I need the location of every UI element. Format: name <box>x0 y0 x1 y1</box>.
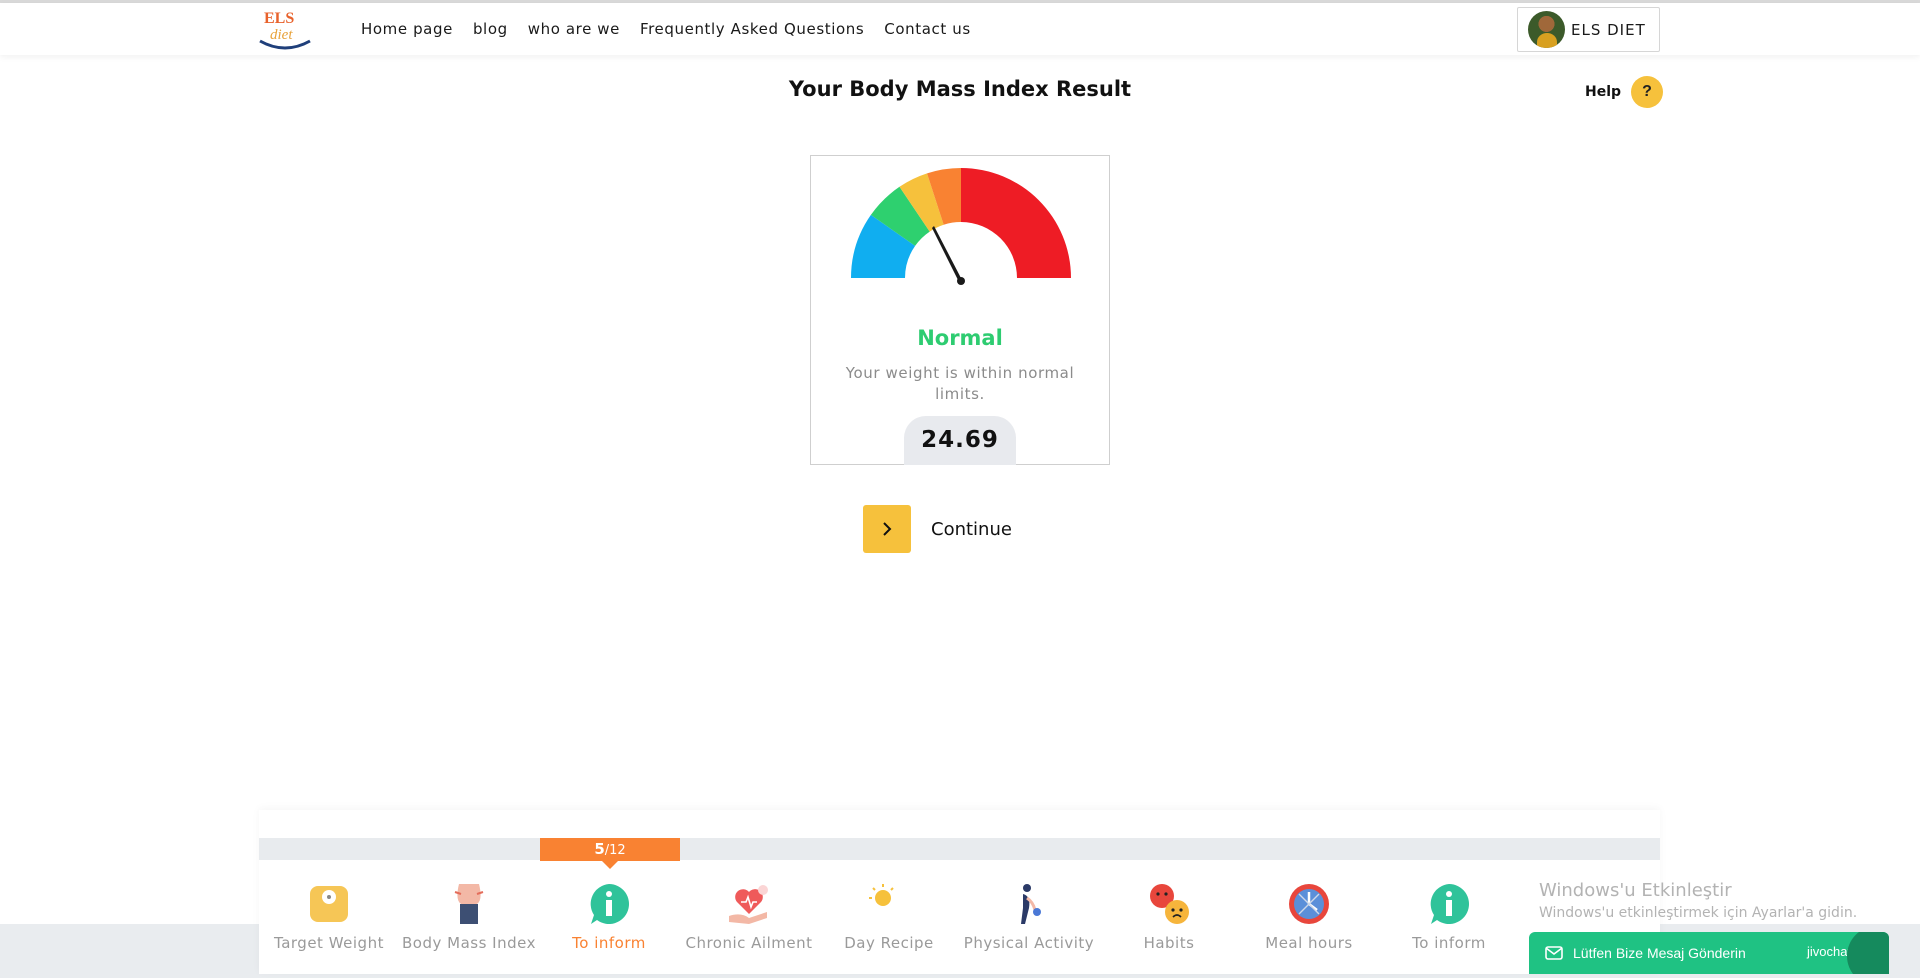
bmi-gauge <box>851 168 1071 285</box>
step-day-recipe[interactable]: Day Recipe <box>819 882 959 952</box>
envelope-icon <box>1545 946 1563 960</box>
watermark-subtitle: Windows'u etkinleştirmek için Ayarlar'a … <box>1539 905 1858 921</box>
help-label: Help <box>1585 84 1622 100</box>
step-label: Target Weight <box>274 934 384 952</box>
site-header: ELS diet Home page blog who are we Frequ… <box>0 3 1920 55</box>
step-label: Meal hours <box>1265 934 1353 952</box>
chat-brand: jivochat <box>1807 944 1852 959</box>
steps-panel: 5/12 Target Weight Body Mass Index To in… <box>259 810 1660 974</box>
info-icon <box>587 882 631 926</box>
step-label: Habits <box>1143 934 1195 952</box>
bmi-description: Your weight is within normal limits. <box>845 364 1075 403</box>
step-to-inform-2[interactable]: To inform <box>1379 882 1519 952</box>
step-label: Day Recipe <box>844 934 934 952</box>
scale-icon <box>307 882 351 926</box>
progress-track <box>259 838 1660 860</box>
question-icon: ? <box>1631 76 1664 108</box>
sun-moon-icon <box>867 882 911 926</box>
continue-label: Continue <box>931 518 1012 540</box>
nav-home[interactable]: Home page <box>361 20 453 38</box>
step-label: Body Mass Index <box>402 934 536 952</box>
info-icon <box>1427 882 1471 926</box>
avatar <box>1528 11 1565 48</box>
nav-faq[interactable]: Frequently Asked Questions <box>640 20 864 38</box>
watermark-title: Windows'u Etkinleştir <box>1539 880 1732 901</box>
help-button[interactable]: Help ? <box>1585 76 1664 108</box>
nav-blog[interactable]: blog <box>473 20 508 38</box>
emoji-faces-icon <box>1147 882 1191 926</box>
progress-badge: 5/12 <box>540 838 680 869</box>
step-target-weight[interactable]: Target Weight <box>259 882 399 952</box>
gauge-needle-icon <box>932 226 965 285</box>
step-label: To inform <box>572 934 646 952</box>
step-label: To inform <box>1412 934 1486 952</box>
step-label: Chronic Ailment <box>685 934 813 952</box>
continue-button[interactable]: Continue <box>863 505 1012 553</box>
windows-activation-watermark: Windows'u Etkinleştir Windows'u etkinleş… <box>1539 880 1857 921</box>
user-name: ELS DIET <box>1571 20 1646 39</box>
progress-current: 5 <box>594 840 605 858</box>
step-label: Physical Activity <box>963 934 1095 952</box>
bmi-value: 24.69 <box>904 416 1016 465</box>
svg-text:diet: diet <box>270 27 293 43</box>
user-menu-button[interactable]: ELS DIET <box>1517 7 1660 52</box>
chat-decoration <box>1847 932 1889 974</box>
step-chronic-ailment[interactable]: Chronic Ailment <box>679 882 819 952</box>
chat-label: Lütfen Bize Mesaj Gönderin <box>1573 945 1746 961</box>
clock-icon <box>1287 882 1331 926</box>
nav-about[interactable]: who are we <box>528 20 620 38</box>
bmi-status: Normal <box>917 326 1003 350</box>
chevron-right-icon <box>863 505 911 553</box>
main-nav: Home page blog who are we Frequently Ask… <box>361 3 991 55</box>
step-body-mass-index[interactable]: Body Mass Index <box>399 882 539 952</box>
step-physical-activity[interactable]: Physical Activity <box>959 882 1099 952</box>
step-meal-hours[interactable]: Meal hours <box>1239 882 1379 952</box>
heart-hand-icon <box>727 882 771 926</box>
progress-total: /12 <box>604 843 626 858</box>
svg-text:ELS: ELS <box>264 10 294 27</box>
gauge-segment-extremely-obese <box>961 168 1071 278</box>
step-habits[interactable]: Habits <box>1099 882 1239 952</box>
exercise-icon <box>1007 882 1051 926</box>
body-icon <box>447 882 491 926</box>
step-to-inform[interactable]: To inform <box>539 882 679 952</box>
bmi-result-card: Normal Your weight is within normal limi… <box>810 155 1110 465</box>
chat-widget-button[interactable]: Lütfen Bize Mesaj Gönderin jivochat <box>1529 932 1889 974</box>
logo[interactable]: ELS diet <box>258 7 312 51</box>
nav-contact[interactable]: Contact us <box>884 20 970 38</box>
